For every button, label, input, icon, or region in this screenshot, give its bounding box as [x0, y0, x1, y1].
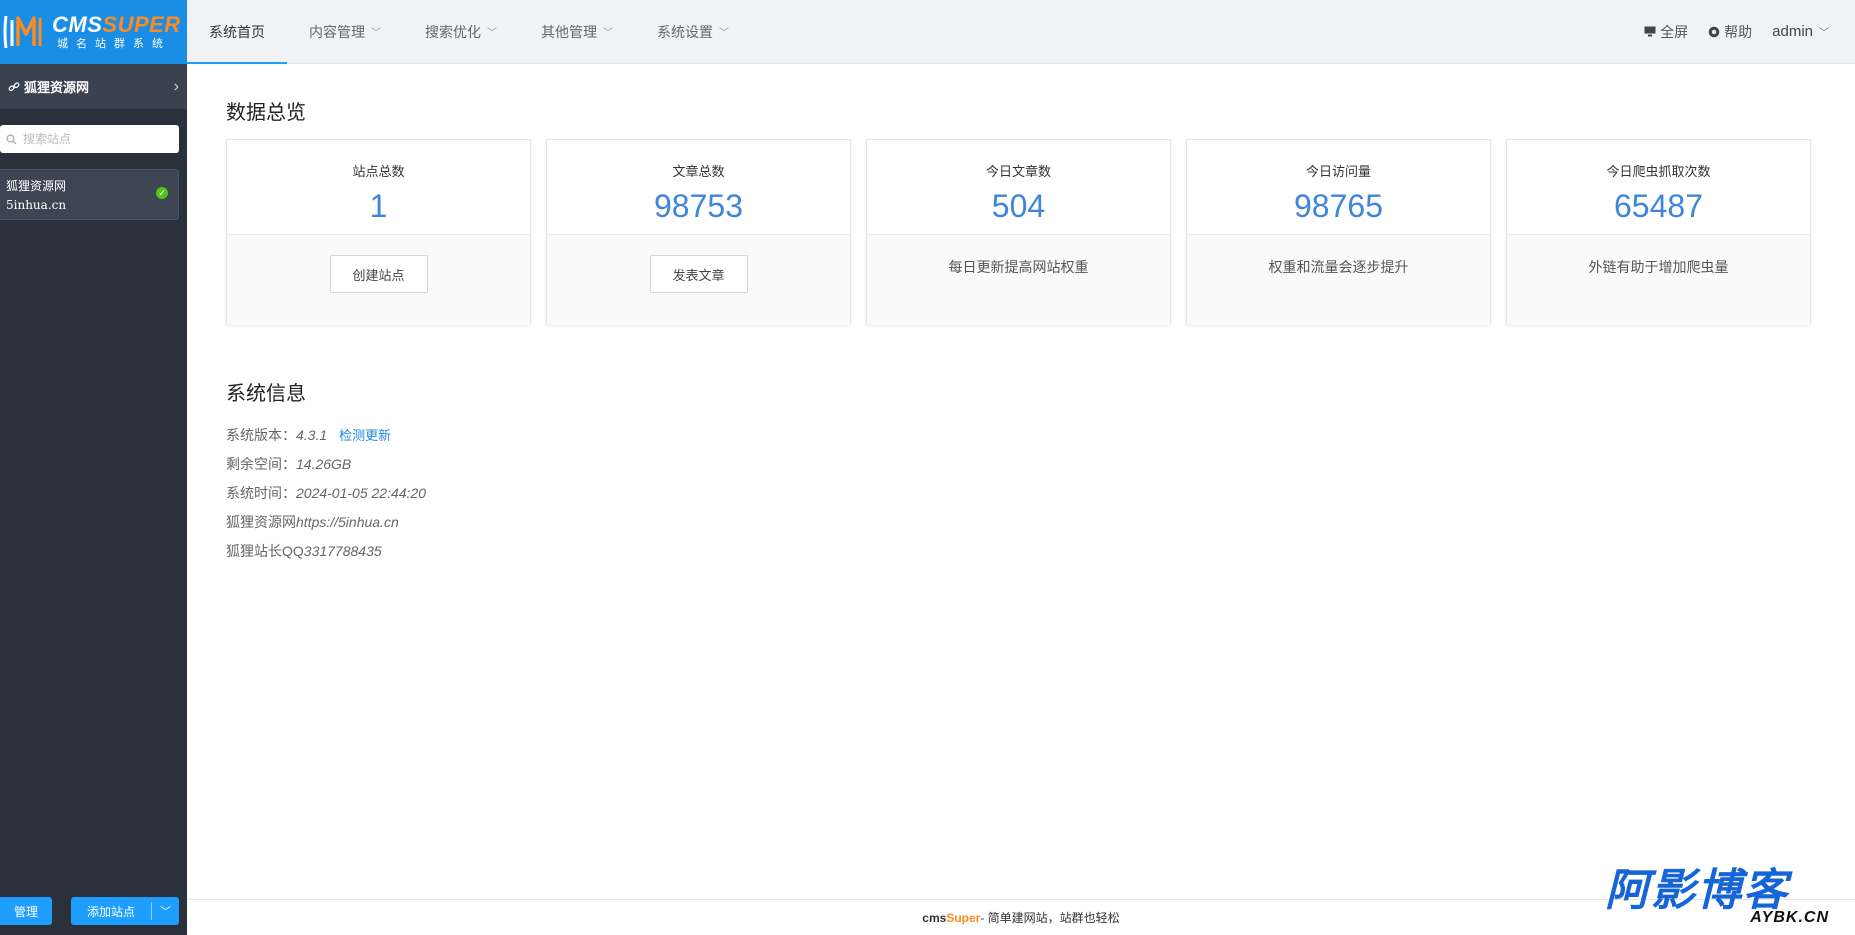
info-time: 系统时间： 2024-01-05 22:44:20 — [226, 478, 1816, 507]
info-label: 狐狸资源网 — [226, 513, 296, 530]
stat-label: 站点总数 — [352, 164, 405, 179]
stat-label: 今日访问量 — [1305, 164, 1371, 179]
overview-title: 数据总览 — [226, 102, 306, 124]
system-info: 系统版本： 4.3.1 检测更新 剩余空间： 14.26GB 系统时间： 202… — [226, 420, 1816, 565]
info-value: https://5inhua.cn — [296, 513, 399, 530]
nav-item-settings[interactable]: 系统设置 ﹀ — [635, 0, 751, 64]
check-circle-icon: ✓ — [156, 187, 168, 199]
stat-card-today-visits: 今日访问量 98765 权重和流量会逐步提升 — [1186, 139, 1491, 325]
nav-item-label: 系统设置 — [657, 23, 713, 40]
watermark-text: 阿影博客 — [1605, 866, 1789, 915]
stat-card-sites: 站点总数 1 创建站点 — [226, 139, 531, 325]
site-search-input[interactable] — [23, 132, 163, 146]
monitor-icon — [1644, 26, 1656, 37]
stat-value: 98753 — [654, 188, 743, 224]
main-content: 数据总览 站点总数 1 创建站点 文章总数 98753 发表文章 今日文章数 5… — [187, 64, 1855, 899]
publish-article-button[interactable]: 发表文章 — [649, 255, 748, 293]
stat-note: 外链有助于增加爬虫量 — [1507, 235, 1810, 325]
info-label: 剩余空间： — [226, 455, 296, 472]
stat-value: 98765 — [1294, 188, 1383, 224]
fullscreen-button[interactable]: 全屏 — [1644, 22, 1688, 42]
user-menu[interactable]: admin ﹀ — [1772, 23, 1829, 40]
chevron-right-icon[interactable]: › — [174, 78, 179, 96]
footer-slogan: - 简单建网站，站群也轻松 — [980, 911, 1120, 925]
nav-item-seo[interactable]: 搜索优化 ﹀ — [403, 0, 519, 64]
stats-cards: 站点总数 1 创建站点 文章总数 98753 发表文章 今日文章数 504 每日… — [226, 139, 1816, 325]
chevron-down-icon[interactable]: ﹀ — [151, 902, 179, 920]
nav-item-label: 内容管理 — [309, 23, 365, 40]
watermark-domain: AYBK.CN — [1750, 909, 1829, 926]
main-menu: 系统首页 内容管理 ﹀ 搜索优化 ﹀ 其他管理 ﹀ 系统设置 ﹀ — [187, 0, 751, 64]
site-search — [0, 125, 179, 153]
info-version: 系统版本： 4.3.1 检测更新 — [226, 420, 1816, 449]
nav-item-label: 系统首页 — [209, 23, 265, 40]
chevron-down-icon: ﹀ — [719, 28, 729, 39]
link-icon — [8, 81, 20, 91]
check-update-link[interactable]: 检测更新 — [339, 425, 391, 444]
nav-item-home[interactable]: 系统首页 — [187, 0, 287, 64]
site-item-name: 狐狸资源网 — [6, 179, 67, 193]
info-value: 4.3.1 — [296, 426, 328, 443]
top-navbar: 系统首页 内容管理 ﹀ 搜索优化 ﹀ 其他管理 ﹀ 系统设置 ﹀ 全屏 帮助 a… — [187, 0, 1855, 64]
stat-value: 504 — [991, 188, 1046, 224]
chevron-down-icon: ﹀ — [1819, 28, 1829, 39]
stat-label: 今日爬虫抓取次数 — [1606, 164, 1711, 179]
user-name: admin — [1772, 23, 1813, 40]
nav-item-label: 其他管理 — [541, 23, 597, 40]
system-info-title: 系统信息 — [226, 383, 306, 405]
fullscreen-label: 全屏 — [1660, 23, 1689, 40]
help-icon — [1708, 26, 1720, 37]
chevron-down-icon: ﹀ — [603, 28, 613, 39]
info-value: 3317788435 — [303, 542, 382, 559]
info-value: 2024-01-05 22:44:20 — [296, 484, 426, 501]
current-site-header[interactable]: 狐狸资源网 › — [0, 64, 187, 109]
add-site-label: 添加站点 — [86, 904, 135, 919]
watermark-logo: 阿影博客 AYBK.CN — [1605, 869, 1835, 927]
chevron-down-icon: ﹀ — [487, 28, 497, 39]
help-label: 帮助 — [1724, 23, 1753, 40]
info-space: 剩余空间： 14.26GB — [226, 449, 1816, 478]
logo-mark-icon — [3, 15, 42, 49]
info-qq: 狐狸站长QQ 3317788435 — [226, 536, 1816, 565]
sidebar: CMSSUPER 城名站群系统 狐狸资源网 › 狐狸资源网 5inhua.cn … — [0, 0, 187, 935]
create-site-button[interactable]: 创建站点 — [329, 255, 428, 293]
footer-brand: cmsSuper — [922, 910, 981, 925]
logo-title: CMSSUPER — [52, 12, 181, 37]
logo-subtitle: 城名站群系统 — [57, 38, 171, 50]
info-site: 狐狸资源网 https://5inhua.cn — [226, 507, 1816, 536]
info-label: 狐狸站长QQ — [226, 542, 304, 559]
info-value: 14.26GB — [296, 455, 352, 472]
stat-note: 权重和流量会逐步提升 — [1187, 235, 1490, 325]
nav-item-label: 搜索优化 — [425, 23, 481, 40]
search-icon — [6, 133, 17, 144]
nav-item-content[interactable]: 内容管理 ﹀ — [287, 0, 403, 64]
stat-note: 每日更新提高网站权重 — [867, 235, 1170, 325]
stat-value: 1 — [369, 188, 388, 224]
chevron-down-icon: ﹀ — [371, 28, 381, 39]
add-site-button[interactable]: 添加站点 ﹀ — [71, 897, 179, 925]
stat-label: 文章总数 — [672, 164, 725, 179]
stat-card-crawler: 今日爬虫抓取次数 65487 外链有助于增加爬虫量 — [1506, 139, 1811, 325]
stat-card-today-articles: 今日文章数 504 每日更新提高网站权重 — [866, 139, 1171, 325]
nav-item-other[interactable]: 其他管理 ﹀ — [519, 0, 635, 64]
logo[interactable]: CMSSUPER 城名站群系统 — [0, 0, 187, 64]
stat-card-articles: 文章总数 98753 发表文章 — [546, 139, 851, 325]
manage-button[interactable]: 管理 — [0, 897, 52, 925]
current-site-name: 狐狸资源网 — [24, 80, 90, 95]
site-item-domain: 5inhua.cn — [6, 198, 67, 212]
site-list-item[interactable]: 狐狸资源网 5inhua.cn ✓ — [0, 169, 179, 220]
stat-label: 今日文章数 — [985, 164, 1051, 179]
stat-value: 65487 — [1614, 188, 1703, 224]
help-button[interactable]: 帮助 — [1708, 22, 1752, 42]
info-label: 系统时间： — [226, 484, 296, 501]
info-label: 系统版本： — [226, 426, 296, 443]
